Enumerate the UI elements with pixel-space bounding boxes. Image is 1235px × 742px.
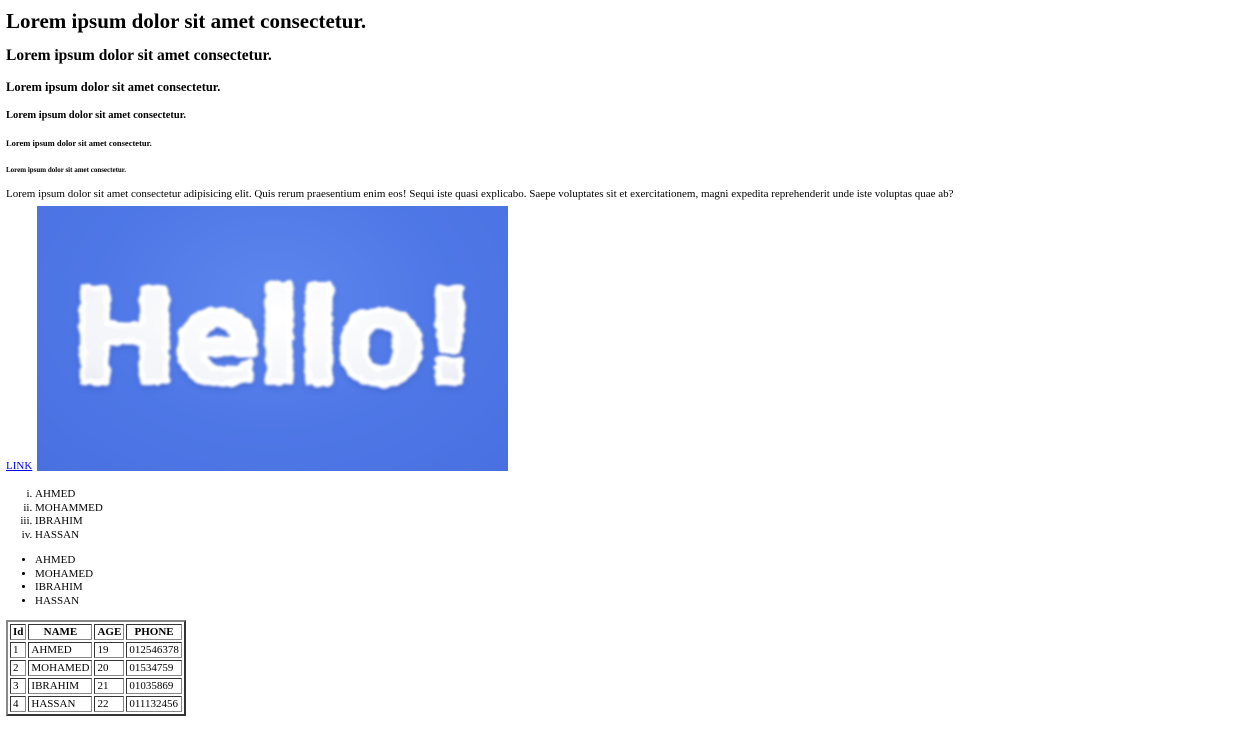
- cell-name: MOHAMED: [28, 660, 93, 677]
- hello-cloud-illustration: Hello!: [68, 261, 482, 416]
- hello-word: Hello!: [71, 264, 475, 413]
- heading-1: Lorem ipsum dolor sit amet consectetur.: [6, 9, 367, 33]
- hello-cloud-image: Hello!: [37, 206, 508, 472]
- ordered-list-item: HASSAN: [35, 529, 1229, 543]
- unordered-list-item: HASSAN: [35, 595, 1229, 609]
- cell-name: HASSAN: [28, 696, 93, 713]
- table-row: 4 HASSAN 22 011132456: [10, 696, 182, 713]
- heading-3: Lorem ipsum dolor sit amet consectetur.: [6, 79, 221, 94]
- ordered-list: AHMED MOHAMMED IBRAHIM HASSAN: [6, 488, 1229, 542]
- cell-id: 1: [10, 642, 27, 659]
- cell-age: 20: [94, 660, 125, 677]
- cell-id: 3: [10, 678, 27, 695]
- people-table: Id NAME AGE PHONE 1 AHMED 19 012546378 2…: [6, 620, 186, 717]
- unordered-list: AHMED MOHAMED IBRAHIM HASSAN: [6, 554, 1229, 608]
- cell-name: AHMED: [28, 642, 93, 659]
- table-row: 2 MOHAMED 20 01534759: [10, 660, 182, 677]
- cell-id: 4: [10, 696, 27, 713]
- cell-phone: 01534759: [126, 660, 182, 677]
- column-header-id: Id: [10, 624, 27, 641]
- heading-6: Lorem ipsum dolor sit amet consectetur.: [6, 166, 127, 175]
- table-row: 3 IBRAHIM 21 01035869: [10, 678, 182, 695]
- ordered-list-item: AHMED: [35, 488, 1229, 502]
- cell-phone: 012546378: [126, 642, 182, 659]
- ordered-list-item: IBRAHIM: [35, 515, 1229, 529]
- column-header-age: AGE: [94, 624, 125, 641]
- unordered-list-item: MOHAMED: [35, 568, 1229, 582]
- table-row: 1 AHMED 19 012546378: [10, 642, 182, 659]
- unordered-list-item: AHMED: [35, 554, 1229, 568]
- column-header-phone: PHONE: [126, 624, 182, 641]
- link-image-row: LINK Hello!: [6, 206, 1229, 472]
- cell-id: 2: [10, 660, 27, 677]
- cell-name: IBRAHIM: [28, 678, 93, 695]
- cell-age: 22: [94, 696, 125, 713]
- table-header-row: Id NAME AGE PHONE: [10, 624, 182, 641]
- column-header-name: NAME: [28, 624, 93, 641]
- heading-5: Lorem ipsum dolor sit amet consectetur.: [6, 138, 152, 149]
- cell-age: 19: [94, 642, 125, 659]
- ordered-list-item: MOHAMMED: [35, 502, 1229, 516]
- cell-phone: 011132456: [126, 696, 182, 713]
- cell-age: 21: [94, 678, 125, 695]
- unordered-list-item: IBRAHIM: [35, 581, 1229, 595]
- cell-phone: 01035869: [126, 678, 182, 695]
- heading-4: Lorem ipsum dolor sit amet consectetur.: [6, 110, 187, 122]
- heading-2: Lorem ipsum dolor sit amet consectetur.: [6, 47, 272, 65]
- page: Lorem ipsum dolor sit amet consectetur. …: [0, 0, 1235, 717]
- link[interactable]: LINK: [6, 460, 32, 472]
- lorem-paragraph: Lorem ipsum dolor sit amet consectetur a…: [6, 188, 954, 201]
